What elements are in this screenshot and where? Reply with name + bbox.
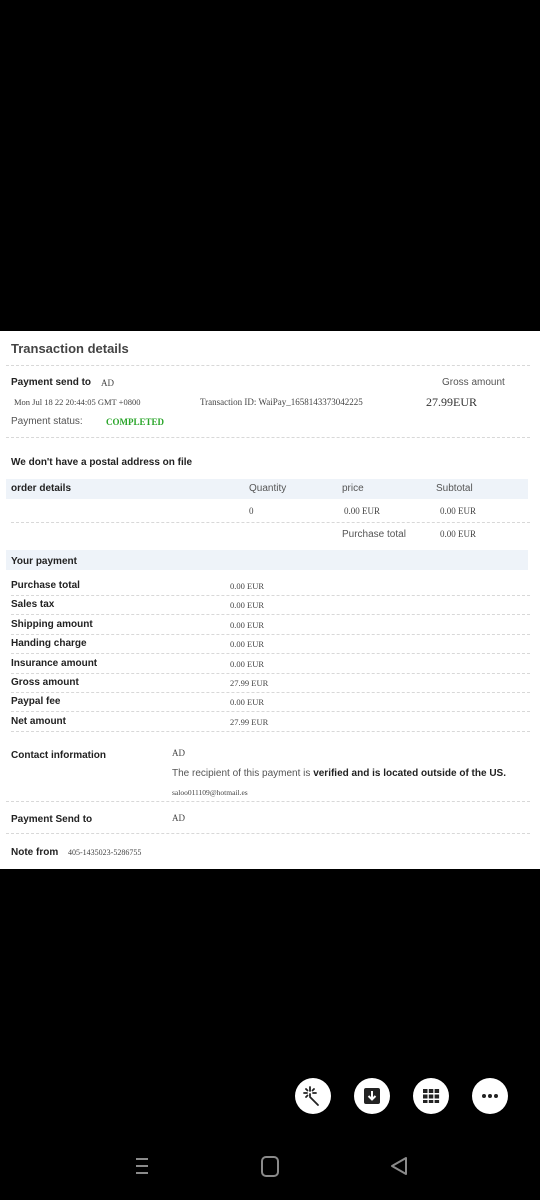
recipient-note-text: The recipient of this payment is bbox=[172, 768, 314, 779]
order-quantity: 0 bbox=[249, 506, 254, 516]
divider bbox=[11, 595, 530, 596]
purchase-total-value: 0.00 EUR bbox=[440, 529, 476, 539]
payment-row-value: 27.99 EUR bbox=[230, 678, 269, 688]
payment-row-label: Net amount bbox=[11, 715, 66, 727]
your-payment-band bbox=[6, 550, 528, 570]
divider bbox=[11, 614, 530, 616]
transaction-date: Mon Jul 18 22 20:44:05 GMT +0800 bbox=[14, 397, 141, 407]
payment-row-value: 0.00 EUR bbox=[230, 697, 264, 708]
magic-wand-icon[interactable] bbox=[295, 1078, 331, 1114]
payment-row-value: 0.00 EUR bbox=[230, 600, 264, 611]
payment-row-value: 0.00 EUR bbox=[230, 619, 264, 630]
download-icon[interactable] bbox=[354, 1078, 390, 1114]
gross-amount-value: 27.99EUR bbox=[426, 395, 477, 409]
divider bbox=[11, 730, 530, 732]
payment-row-label: Sales tax bbox=[11, 599, 55, 611]
payment-row-label: Purchase total bbox=[11, 580, 80, 591]
page-title: Transaction details bbox=[11, 341, 129, 356]
status-label: Payment status: bbox=[11, 416, 83, 427]
contact-email[interactable]: saloo011109@hotmail.es bbox=[172, 788, 248, 797]
note-from-value: 405-1435023-5286755 bbox=[68, 848, 142, 857]
payment-row-value: 0.00 EUR bbox=[230, 658, 264, 669]
divider bbox=[11, 522, 530, 523]
payment-row-label: Gross amount bbox=[11, 677, 79, 688]
contact-label: Contact information bbox=[11, 750, 106, 761]
order-price: 0.00 EUR bbox=[344, 506, 380, 516]
back-icon[interactable] bbox=[388, 1153, 410, 1184]
divider bbox=[6, 365, 530, 366]
your-payment-heading: Your payment bbox=[11, 556, 77, 567]
divider bbox=[11, 653, 530, 655]
home-icon[interactable] bbox=[259, 1153, 281, 1184]
postal-note: We don't have a postal address on file bbox=[11, 457, 193, 468]
order-subtotal: 0.00 EUR bbox=[440, 506, 476, 516]
recents-icon[interactable] bbox=[133, 1153, 151, 1184]
grid-icon[interactable] bbox=[413, 1078, 449, 1114]
transaction-document: Transaction details Payment send to AD G… bbox=[0, 331, 540, 869]
col-price: price bbox=[342, 483, 364, 494]
status-badge: COMPLETED bbox=[106, 417, 165, 427]
divider bbox=[11, 711, 530, 713]
payment-send-value: AD bbox=[101, 378, 114, 388]
recipient-note: The recipient of this payment is verifie… bbox=[172, 768, 506, 779]
divider bbox=[11, 633, 530, 635]
payment-send-label: Payment send to bbox=[11, 377, 92, 388]
payment-row-value: 0.00 EUR bbox=[230, 581, 264, 591]
divider bbox=[6, 801, 530, 802]
transaction-id: Transaction ID: WaiPay_1658143373042225 bbox=[200, 397, 363, 407]
payment-send-to-label: Payment Send to bbox=[11, 814, 93, 825]
divider bbox=[11, 692, 530, 693]
col-subtotal: Subtotal bbox=[436, 483, 473, 494]
payment-row-label: Paypal fee bbox=[11, 696, 61, 708]
order-details-label: order details bbox=[11, 483, 72, 494]
payment-row-value: 0.00 EUR bbox=[230, 639, 264, 650]
note-from-label: Note from bbox=[11, 847, 59, 858]
recipient-note-bold: verified and is located outside of the U… bbox=[313, 768, 506, 779]
more-icon[interactable] bbox=[472, 1078, 508, 1114]
payment-row-value: 27.99 EUR bbox=[230, 716, 269, 727]
divider bbox=[11, 672, 530, 674]
purchase-total-label: Purchase total bbox=[342, 529, 406, 540]
divider bbox=[6, 437, 530, 438]
payment-row-label: Handing charge bbox=[11, 638, 87, 650]
divider bbox=[6, 833, 530, 834]
contact-name: AD bbox=[172, 748, 185, 758]
payment-row-label: Shipping amount bbox=[11, 618, 93, 630]
col-quantity: Quantity bbox=[249, 483, 287, 494]
payment-row-label: Insurance amount bbox=[11, 657, 98, 669]
payment-send-to-value: AD bbox=[172, 813, 185, 823]
gross-amount-label: Gross amount bbox=[442, 377, 505, 388]
